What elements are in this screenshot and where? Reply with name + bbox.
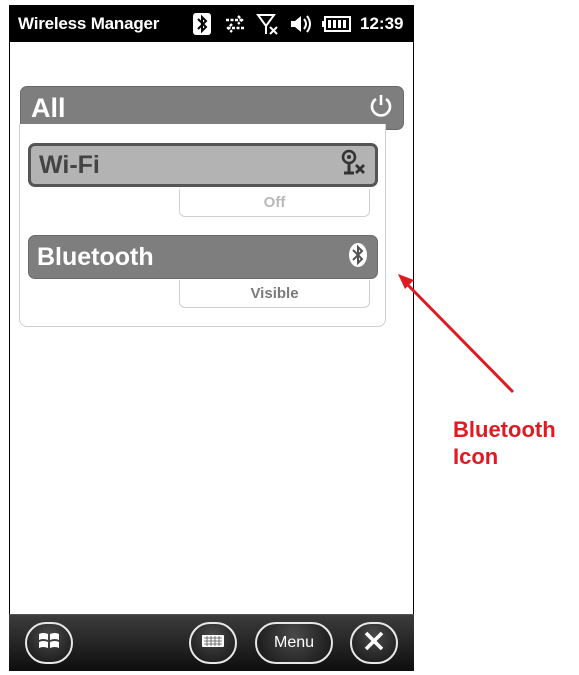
annotation-arrow (398, 274, 515, 394)
annotation-line2: Icon (453, 444, 499, 469)
annotation-label: Bluetooth Icon (453, 416, 556, 470)
annotation-line1: Bluetooth (453, 417, 556, 442)
